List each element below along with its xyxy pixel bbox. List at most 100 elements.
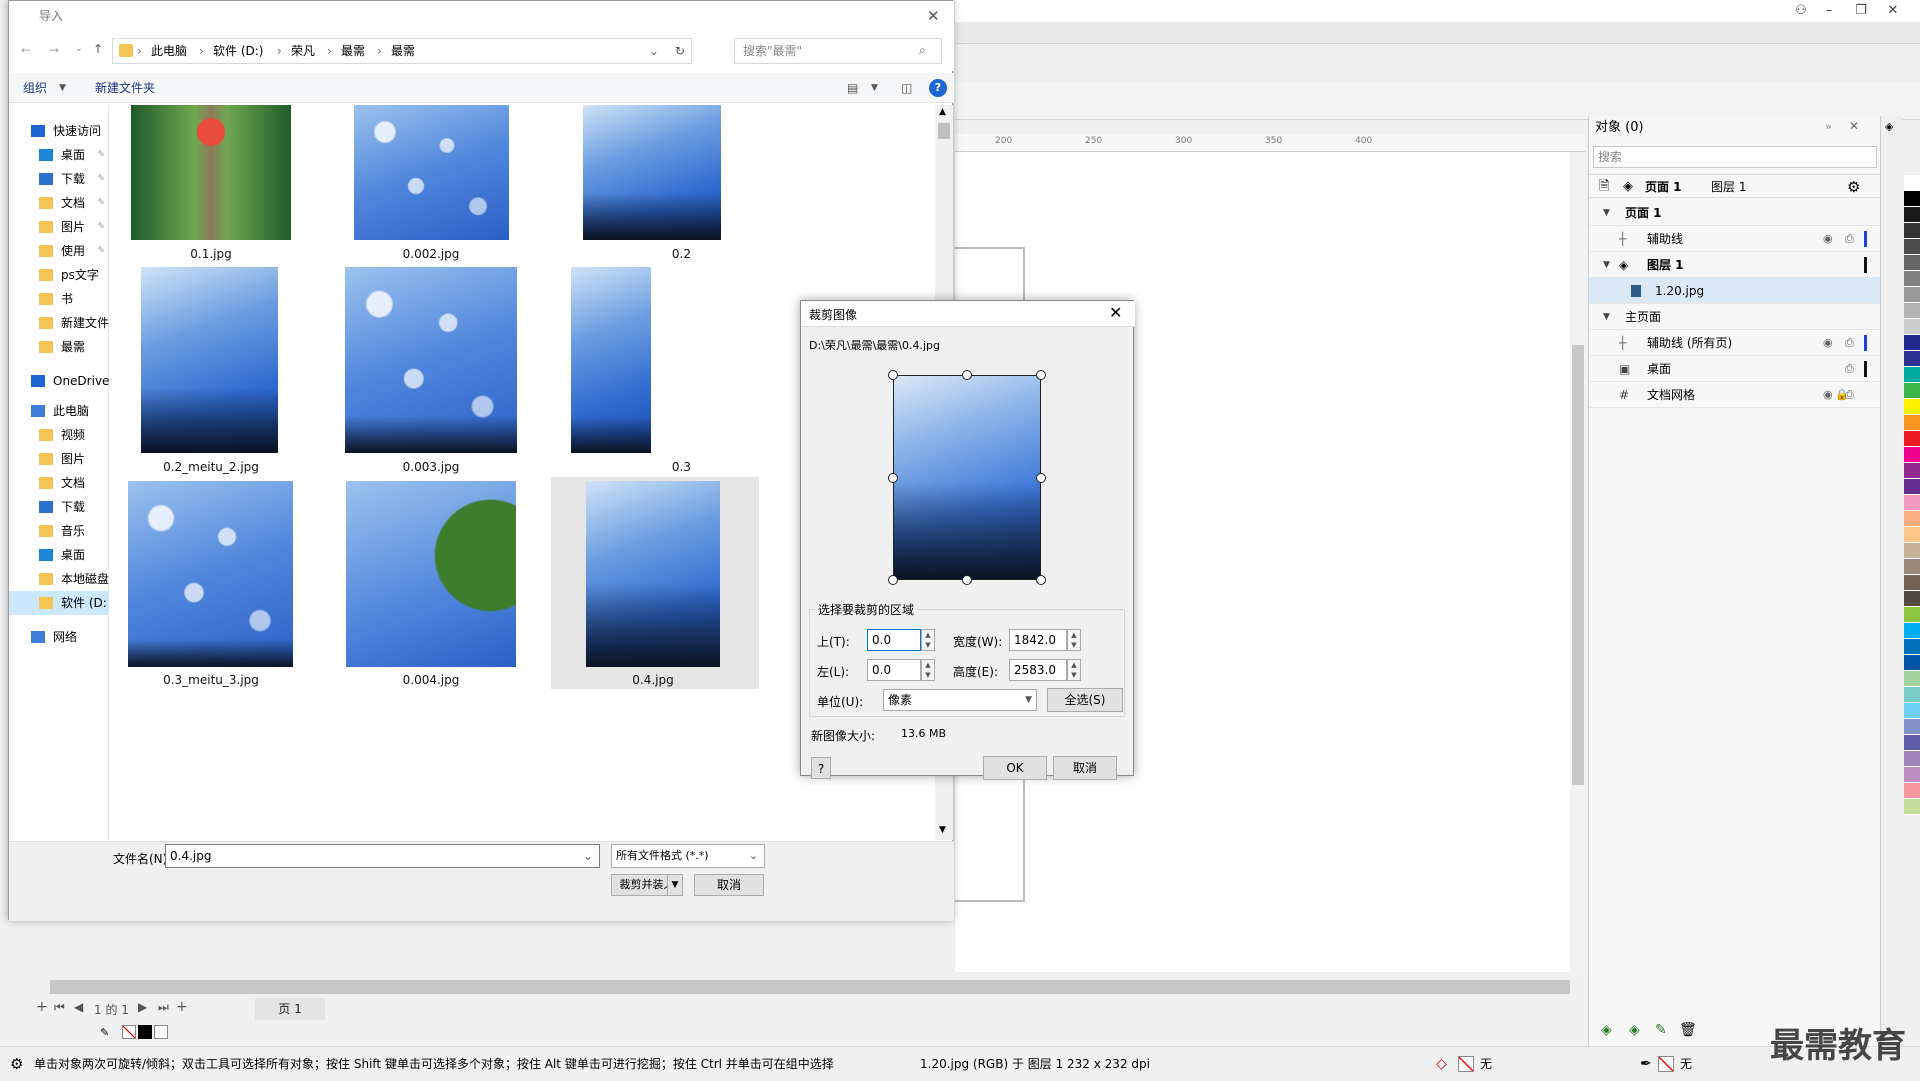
chevron-down-icon[interactable]: ⌄: [649, 39, 659, 63]
top-input[interactable]: 0.0: [867, 629, 921, 651]
tree-row-image[interactable]: 1.20.jpg: [1589, 278, 1881, 304]
tree-row-master-guides[interactable]: ┼ 辅助线 (所有页) ◉ ⎙: [1589, 330, 1881, 356]
black-swatch[interactable]: [138, 1025, 152, 1039]
width-input[interactable]: 1842.0: [1009, 629, 1067, 651]
breadcrumb-item[interactable]: 最需: [341, 39, 365, 63]
nav-item[interactable]: 图片 ✎: [9, 215, 109, 239]
chevron-down-icon[interactable]: ⌄: [583, 845, 593, 867]
print-icon[interactable]: ⎙: [1845, 330, 1854, 356]
organize-button[interactable]: 组织: [23, 73, 47, 103]
preview-pane-icon[interactable]: ◫: [901, 73, 912, 103]
eye-icon[interactable]: ◉: [1823, 382, 1833, 408]
crop-handle-top-left[interactable]: [888, 370, 898, 380]
close-window-button[interactable]: ✕: [1877, 0, 1909, 22]
nav-item[interactable]: 视频: [9, 423, 109, 447]
scroll-up-icon[interactable]: ▲: [939, 107, 946, 117]
left-spinner[interactable]: ▲ ▼: [921, 659, 935, 681]
eye-icon[interactable]: ◉: [1823, 330, 1833, 356]
palette-swatch[interactable]: [1904, 543, 1920, 559]
palette-swatch[interactable]: [1904, 447, 1920, 463]
file-name[interactable]: 0.4.jpg: [543, 673, 763, 687]
filetype-select[interactable]: 所有文件格式 (*.*) ⌄: [611, 844, 765, 868]
nav-item[interactable]: 桌面: [9, 543, 109, 567]
filename-input[interactable]: 0.4.jpg ⌄: [165, 844, 600, 868]
objects-tab-icon[interactable]: ◈: [1885, 120, 1893, 133]
palette-swatch[interactable]: [1904, 319, 1920, 335]
palette-swatch[interactable]: [1904, 703, 1920, 719]
outline-pen-icon[interactable]: ✒: [1640, 1047, 1652, 1081]
refresh-icon[interactable]: ↻: [675, 39, 685, 63]
eye-icon[interactable]: ◉: [1823, 226, 1833, 252]
tree-row-layer-1[interactable]: ▼ ◈ 图层 1: [1589, 252, 1881, 278]
crop-cancel-button[interactable]: 取消: [1053, 756, 1117, 780]
palette-swatch[interactable]: [1904, 735, 1920, 751]
canvas-vertical-scroll-thumb[interactable]: [1572, 345, 1584, 785]
nav-item[interactable]: 书: [9, 287, 109, 311]
gear-icon[interactable]: ⚙: [10, 1047, 23, 1081]
thumbnail-image[interactable]: [131, 105, 291, 240]
import-options-dropdown-icon[interactable]: ▼: [667, 874, 683, 896]
close-icon[interactable]: ✕: [1109, 303, 1122, 322]
minimize-button[interactable]: –: [1813, 0, 1845, 22]
palette-swatch[interactable]: [1904, 223, 1920, 239]
tab-page-1[interactable]: 页 1: [255, 998, 325, 1020]
thumbnail-image[interactable]: [354, 105, 509, 240]
close-panel-icon[interactable]: ✕: [1849, 119, 1859, 133]
palette-swatch[interactable]: [1904, 191, 1920, 207]
pin-icon[interactable]: ✎: [97, 167, 105, 191]
palette-swatch[interactable]: [1904, 783, 1920, 799]
objects-search-input[interactable]: 搜索: [1593, 146, 1877, 168]
page-view-icon[interactable]: 🗎: [1599, 175, 1609, 199]
next-page-icon[interactable]: ▶: [138, 1000, 147, 1014]
nav-item[interactable]: 桌面 ✎: [9, 143, 109, 167]
palette-swatch[interactable]: [1904, 639, 1920, 655]
palette-swatch[interactable]: [1904, 335, 1920, 351]
delete-icon[interactable]: 🗑: [1679, 1022, 1697, 1038]
crop-frame[interactable]: [893, 375, 1041, 580]
crop-handle-bottom-left[interactable]: [888, 575, 898, 585]
nav-item[interactable]: 最需: [9, 335, 109, 359]
palette-swatch[interactable]: [1904, 751, 1920, 767]
add-page-end-button[interactable]: +: [176, 999, 188, 1015]
palette-swatch[interactable]: [1904, 431, 1920, 447]
left-input[interactable]: 0.0: [867, 659, 921, 681]
nav-item[interactable]: 本地磁盘: [9, 567, 109, 591]
thumbnail-image[interactable]: [583, 105, 721, 240]
thumbnail-image[interactable]: [346, 481, 516, 667]
palette-swatch[interactable]: [1904, 415, 1920, 431]
palette-swatch[interactable]: [1904, 671, 1920, 687]
palette-swatch[interactable]: [1904, 399, 1920, 415]
search-input[interactable]: 搜索"最需": [734, 38, 942, 64]
palette-swatch[interactable]: [1904, 287, 1920, 303]
new-effect-icon[interactable]: ✎: [1655, 1022, 1667, 1038]
nav-item[interactable]: 下载: [9, 495, 109, 519]
tree-row-page[interactable]: ▼ 页面 1: [1589, 200, 1881, 226]
cancel-button[interactable]: 取消: [694, 874, 764, 896]
breadcrumb-item[interactable]: 荣凡: [291, 39, 315, 63]
palette-swatch[interactable]: [1904, 383, 1920, 399]
thumbnail-image[interactable]: [586, 481, 720, 667]
nav-item[interactable]: 新建文件: [9, 311, 109, 335]
settings-gear-icon[interactable]: ⚙: [1847, 175, 1860, 199]
top-spinner[interactable]: ▲ ▼: [921, 629, 935, 651]
palette-swatch[interactable]: [1904, 559, 1920, 575]
expand-panel-icon[interactable]: »: [1825, 120, 1832, 133]
help-icon[interactable]: ?: [929, 79, 947, 97]
new-folder-button[interactable]: 新建文件夹: [95, 73, 155, 103]
nav-item[interactable]: 下载 ✎: [9, 167, 109, 191]
breadcrumb-item[interactable]: 最需: [391, 39, 415, 63]
palette-swatch[interactable]: [1904, 511, 1920, 527]
height-spinner[interactable]: ▲ ▼: [1067, 659, 1081, 681]
view-icon[interactable]: ▤: [847, 73, 858, 103]
palette-swatch[interactable]: [1904, 687, 1920, 703]
scroll-thumb[interactable]: [938, 123, 950, 139]
nav-item[interactable]: 快速访问: [9, 119, 109, 143]
first-page-icon[interactable]: ⏮: [54, 1000, 65, 1015]
close-icon[interactable]: ✕: [927, 7, 940, 25]
no-color-swatch[interactable]: [122, 1025, 136, 1039]
print-icon[interactable]: ⎙: [1845, 382, 1854, 408]
palette-swatch[interactable]: [1904, 271, 1920, 287]
prev-page-icon[interactable]: ◀: [74, 1000, 83, 1014]
crop-handle-top-right[interactable]: [1036, 370, 1046, 380]
print-icon[interactable]: ⎙: [1845, 356, 1854, 382]
